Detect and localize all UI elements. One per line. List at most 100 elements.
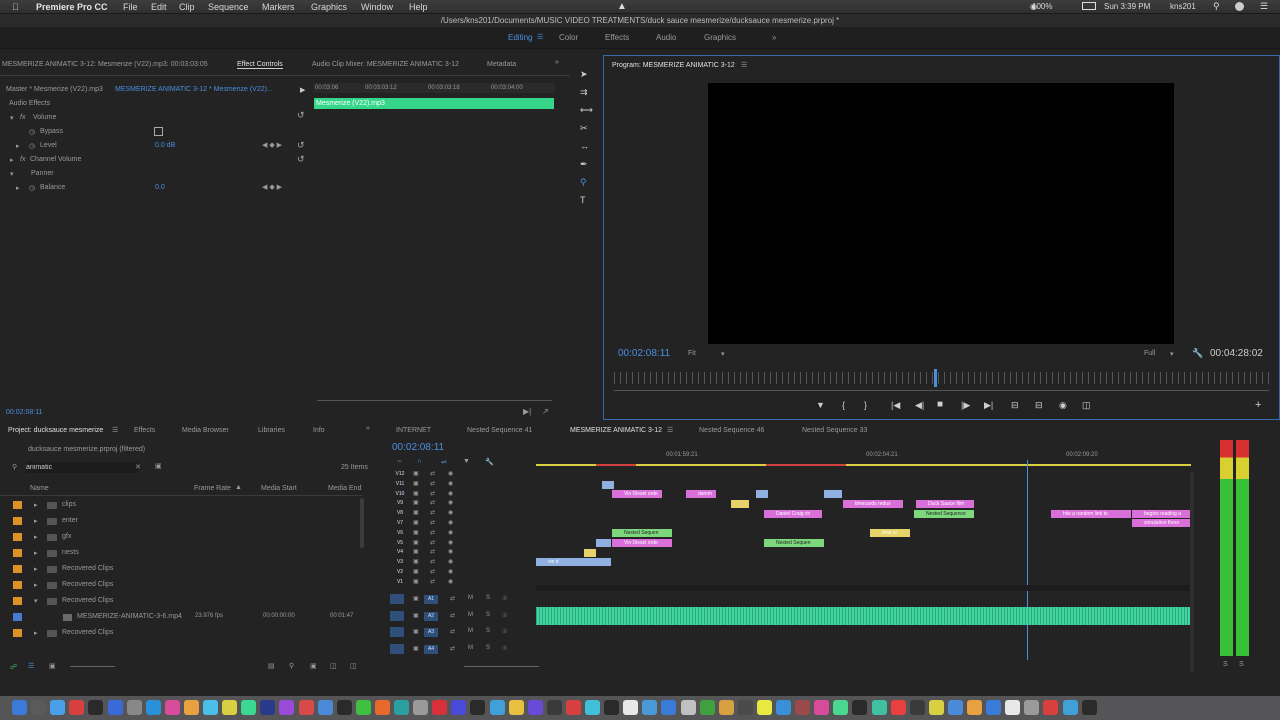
dock-app-icon[interactable]: [776, 700, 791, 715]
media-browser-tab[interactable]: Media Browser: [182, 427, 229, 434]
dock-app-icon[interactable]: [1062, 700, 1078, 715]
dock-app-icon[interactable]: [623, 700, 639, 715]
dock-app-icon[interactable]: [279, 700, 295, 715]
solo-icon[interactable]: S: [486, 645, 490, 651]
video-clip[interactable]: [596, 539, 611, 547]
icon-view-icon[interactable]: ▣: [49, 662, 56, 670]
project-row[interactable]: ▸ clips: [0, 498, 362, 512]
mute-icon[interactable]: M: [468, 612, 473, 618]
label-color-icon[interactable]: [13, 549, 22, 557]
lift-icon[interactable]: ⊟: [1011, 400, 1019, 411]
project-row[interactable]: ▸ enter: [0, 514, 362, 528]
settings-wrench-icon[interactable]: 🔧: [485, 458, 494, 466]
disclosure-triangle-icon[interactable]: ▸: [34, 629, 38, 637]
audio-clip-bar[interactable]: Mesmerize (V22).mp3: [314, 98, 554, 109]
source-tab[interactable]: MESMERIZE ANIMATIC 3-12: Mesmerize (V22)…: [2, 61, 230, 68]
mark-in-icon[interactable]: {: [842, 400, 845, 410]
dock-app-icon[interactable]: [756, 700, 772, 715]
label-color-icon[interactable]: [13, 517, 22, 525]
video-clip[interactable]: hits a random link to: [1051, 510, 1131, 518]
video-clip[interactable]: Nested Sequence: [914, 510, 974, 518]
video-clip[interactable]: [584, 549, 596, 557]
dock-app-icon[interactable]: [585, 700, 600, 715]
dock-app-icon[interactable]: [126, 700, 142, 715]
menu-help[interactable]: Help: [409, 2, 428, 12]
eye-icon[interactable]: ◉: [448, 558, 453, 565]
effect-panner[interactable]: Panner: [31, 170, 54, 177]
fx-icon[interactable]: fx: [20, 114, 25, 121]
mic-icon[interactable]: ☉: [502, 595, 507, 602]
toggle-sync-icon[interactable]: ⇄: [430, 490, 435, 497]
video-track-header[interactable]: V9 ▣ ⇄ ◉: [386, 499, 486, 508]
dock-app-icon[interactable]: [203, 700, 218, 715]
sort-ascending-icon[interactable]: ▲: [235, 484, 242, 491]
lock-icon[interactable]: ▣: [413, 519, 419, 526]
project-row[interactable]: ▸ Recovered Clips: [0, 562, 362, 576]
dock-app-icon[interactable]: [145, 700, 161, 715]
siri-icon[interactable]: [1235, 2, 1244, 11]
razor-tool-icon[interactable]: ✂: [580, 123, 588, 134]
workspace-graphics[interactable]: Graphics: [704, 33, 736, 42]
program-video-frame[interactable]: [708, 83, 1174, 344]
panel-overflow-icon[interactable]: »: [555, 59, 559, 66]
add-marker-icon[interactable]: ▼: [816, 400, 825, 410]
quality-dropdown[interactable]: Full: [1144, 350, 1155, 357]
master-clip-label[interactable]: Master * Mesmerize (V22).mp3: [6, 86, 103, 93]
timeline-tab[interactable]: Nested Sequence 46: [699, 427, 764, 434]
video-clip[interactable]: Vin Diesel orde: [612, 539, 672, 547]
video-clip[interactable]: time cr: [870, 529, 910, 537]
toggle-sync-icon[interactable]: ⇄: [430, 470, 435, 477]
toggle-sync-icon[interactable]: ⇄: [430, 578, 435, 585]
lock-icon[interactable]: ▣: [413, 578, 419, 585]
dock-app-icon[interactable]: [967, 700, 982, 715]
keyframe-nav-icon[interactable]: ◀ ◆ ▶: [262, 141, 282, 149]
dock-app-icon[interactable]: [394, 700, 409, 715]
video-track-header[interactable]: V7 ▣ ⇄ ◉: [386, 519, 486, 528]
menu-graphics[interactable]: Graphics: [311, 2, 347, 12]
program-playhead[interactable]: [934, 369, 937, 387]
eye-icon[interactable]: ◉: [448, 529, 453, 536]
user-name[interactable]: kns201: [1170, 2, 1196, 11]
panel-menu-icon[interactable]: ☰: [741, 61, 747, 69]
video-clip[interactable]: damm: [686, 490, 716, 498]
column-media-start[interactable]: Media Start: [261, 485, 297, 492]
menu-markers[interactable]: Markers: [262, 2, 295, 12]
panel-overflow-icon[interactable]: »: [366, 425, 370, 432]
export-icon[interactable]: ↗: [542, 407, 549, 416]
lock-icon[interactable]: ▣: [413, 480, 419, 487]
info-tab[interactable]: Info: [313, 427, 325, 434]
dock-app-icon[interactable]: [432, 700, 448, 715]
stopwatch-icon[interactable]: ◷: [29, 184, 35, 192]
bypass-checkbox[interactable]: [154, 127, 163, 136]
effects-tab[interactable]: Effects: [134, 427, 155, 434]
timeline-tab[interactable]: Nested Sequence 33: [802, 427, 867, 434]
project-scrollbar[interactable]: [360, 498, 364, 548]
play-only-audio-icon[interactable]: ▶|: [523, 407, 531, 416]
selection-tool-icon[interactable]: ➤: [580, 69, 588, 80]
program-timecode[interactable]: 00:02:08:11: [618, 348, 670, 359]
dock-app-icon[interactable]: [909, 700, 925, 715]
workspace-color[interactable]: Color: [559, 33, 578, 42]
toggle-sync-icon[interactable]: ⇄: [430, 539, 435, 546]
video-track-header[interactable]: V4 ▣ ⇄ ◉: [386, 548, 486, 557]
video-clip[interactable]: Duck Sauce film: [916, 500, 974, 508]
dock-app-icon[interactable]: [50, 700, 66, 715]
program-zoom-bar[interactable]: [614, 390, 1269, 391]
collapse-icon[interactable]: ▸: [10, 156, 14, 164]
camera-icon[interactable]: ◉: [1059, 400, 1067, 411]
clear-search-icon[interactable]: ✕: [135, 463, 141, 471]
dock-app-icon[interactable]: [680, 700, 696, 715]
libraries-tab[interactable]: Libraries: [258, 427, 285, 434]
audio-track-header[interactable]: A2 ▣ ⇄ M S ☉: [386, 609, 516, 623]
collapse-icon[interactable]: ▸: [16, 142, 20, 150]
video-clip[interactable]: Nested Sequen: [764, 539, 824, 547]
app-name[interactable]: Premiere Pro CC: [36, 2, 108, 12]
dock-app-icon[interactable]: [890, 700, 906, 715]
eye-icon[interactable]: ◉: [448, 470, 453, 477]
wrench-icon[interactable]: 🔧: [1192, 348, 1203, 359]
track-select-tool-icon[interactable]: ⇉: [580, 87, 588, 98]
linked-selection-icon[interactable]: ⇌: [441, 458, 447, 466]
add-marker-icon[interactable]: ▼: [463, 458, 470, 465]
lock-icon[interactable]: ☍: [10, 663, 17, 671]
label-color-icon[interactable]: [13, 565, 22, 573]
